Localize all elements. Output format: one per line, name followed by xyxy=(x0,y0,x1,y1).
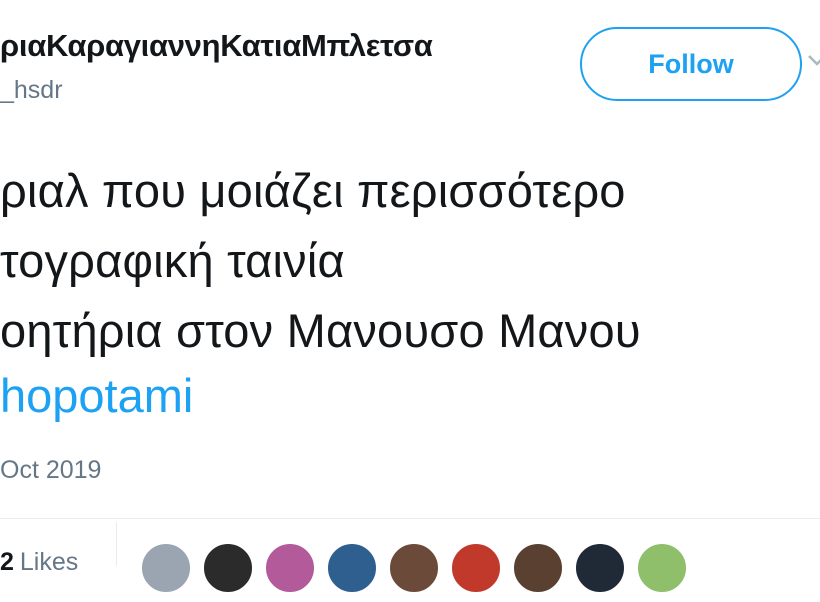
tweet-text-line: ριαλ που μοιάζει περισσότερο xyxy=(0,164,626,217)
tweet-text-line: τογραφική ταινία xyxy=(0,234,345,287)
liker-avatar-3[interactable] xyxy=(264,542,316,594)
display-name[interactable]: ριαΚαραγιαννηΚατιαΜπλετσα xyxy=(0,28,433,64)
liker-avatar-9[interactable] xyxy=(636,542,688,594)
liker-avatar-6[interactable] xyxy=(450,542,502,594)
liker-avatar-4[interactable] xyxy=(326,542,378,594)
likers-avatar-row xyxy=(140,542,688,602)
liker-avatar-8[interactable] xyxy=(574,542,626,594)
likes-number: 2 xyxy=(0,548,14,576)
user-handle[interactable]: _hsdr xyxy=(0,76,63,105)
tweet-text-line: οητήρια στον Μανουσο Μανου xyxy=(0,304,641,357)
liker-avatar-5[interactable] xyxy=(388,542,440,594)
divider xyxy=(116,522,117,566)
tweet-timestamp[interactable]: Oct 2019 xyxy=(0,456,101,485)
liker-avatar-1[interactable] xyxy=(140,542,192,594)
liker-avatar-2[interactable] xyxy=(202,542,254,594)
follow-button[interactable]: Follow xyxy=(580,27,802,101)
liker-avatar-7[interactable] xyxy=(512,542,564,594)
likes-label: Likes xyxy=(19,548,79,576)
divider xyxy=(0,518,820,519)
hashtag-link[interactable]: hopotami xyxy=(0,368,193,423)
likes-count[interactable]: 2 Likes xyxy=(0,548,78,577)
chevron-down-icon[interactable] xyxy=(807,48,820,72)
